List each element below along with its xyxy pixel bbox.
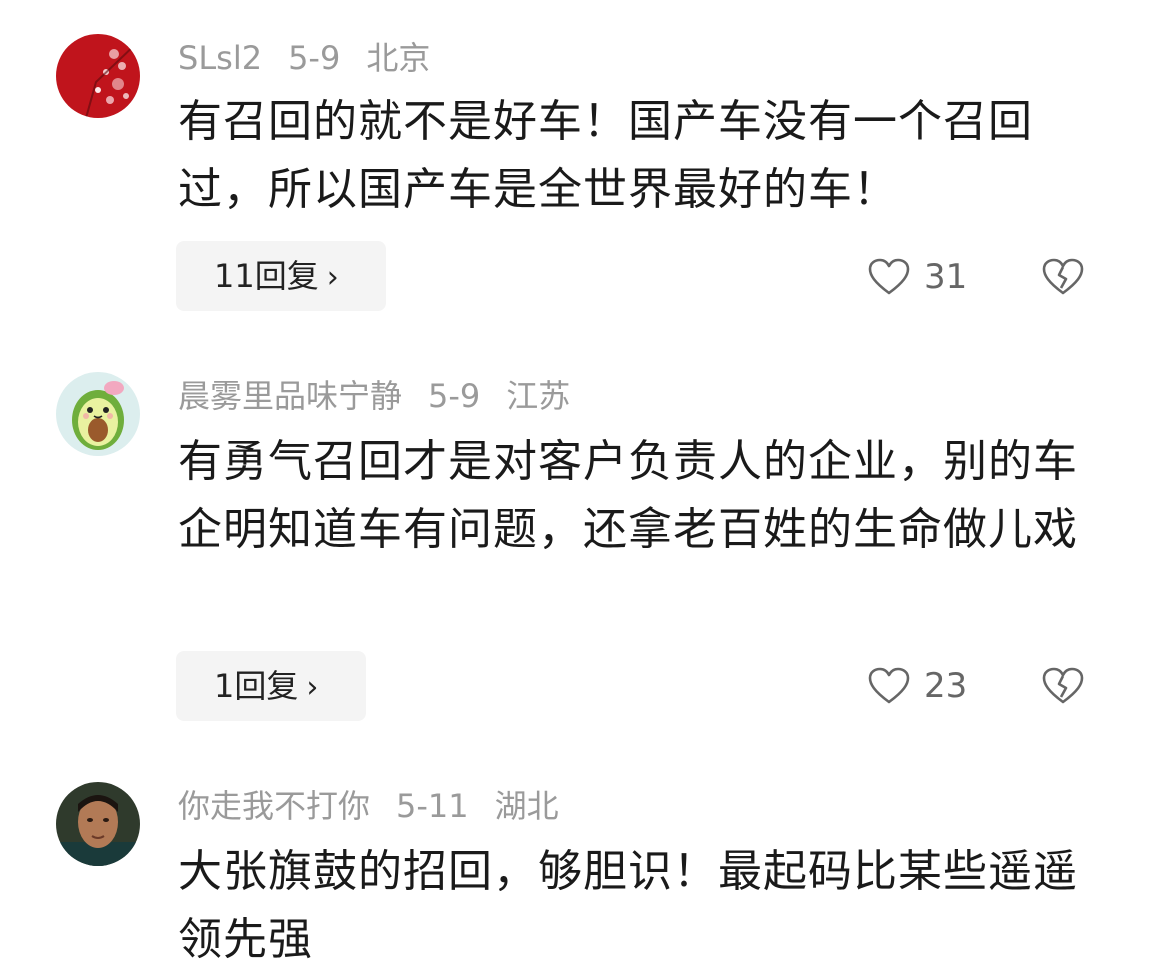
avatar[interactable] (56, 372, 140, 456)
comment-meta: SLsl2 5-9 北京 (178, 38, 430, 78)
heart-outline-icon (868, 667, 910, 704)
comment-location: 北京 (366, 39, 431, 77)
dislike-button[interactable] (1042, 661, 1084, 711)
replies-label: 1回复 (214, 667, 299, 705)
like-button[interactable]: 23 (868, 661, 967, 711)
broken-heart-icon (1042, 667, 1084, 704)
dislike-button[interactable] (1042, 252, 1084, 302)
comment-meta: 你走我不打你 5-11 湖北 (178, 786, 559, 826)
like-button[interactable]: 31 (868, 252, 967, 302)
chevron-right-icon: › (326, 260, 339, 295)
comment-text: 大张旗鼓的招回，够胆识！最起码比某些遥遥领先强 (178, 846, 1078, 965)
comment-location: 湖北 (494, 787, 559, 825)
comment-date: 5-11 (396, 787, 469, 825)
comment-date: 5-9 (428, 377, 481, 415)
comment-meta: 晨雾里品味宁静 5-9 江苏 (178, 376, 570, 416)
username[interactable]: 你走我不打你 (178, 787, 370, 825)
like-count: 31 (924, 257, 968, 297)
comment-location: 江苏 (506, 377, 571, 415)
like-count: 23 (924, 666, 968, 706)
comment-text: 有勇气召回才是对客户负责人的企业，别的车企明知道车有问题，还拿老百姓的生命做儿戏 (178, 436, 1078, 555)
comment-date: 5-9 (288, 39, 341, 77)
replies-button[interactable]: 11回复 › (176, 241, 386, 311)
comment-text: 有召回的就不是好车！国产车没有一个召回过，所以国产车是全世界最好的车！ (178, 96, 1033, 215)
replies-button[interactable]: 1回复 › (176, 651, 366, 721)
avatar[interactable] (56, 34, 140, 118)
broken-heart-icon (1042, 258, 1084, 295)
avatar[interactable] (56, 782, 140, 866)
username[interactable]: 晨雾里品味宁静 (178, 377, 402, 415)
heart-outline-icon (868, 258, 910, 295)
username[interactable]: SLsl2 (178, 39, 262, 77)
replies-label: 11回复 (214, 257, 319, 295)
chevron-right-icon: › (306, 670, 319, 705)
